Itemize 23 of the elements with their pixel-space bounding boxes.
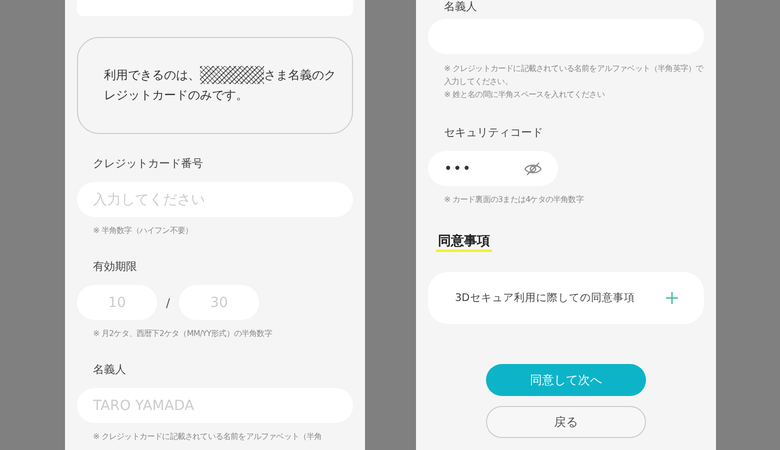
eye-slash-icon[interactable] (524, 162, 542, 176)
section-heading: 同意事項 (436, 234, 492, 252)
redacted-block (200, 66, 264, 84)
notice-text: さま名義のク (264, 67, 336, 84)
accordion-title: 3Dセキュア利用に際しての同意事項 (455, 291, 635, 305)
field-label: クレジットカード番号 (92, 156, 204, 171)
notice-text: レジットカードのみです。 (104, 87, 248, 104)
back-button[interactable]: 戻る (486, 406, 646, 438)
field-note: ※ 月2ケタ、西暦下2ケタ（MM/YY形式）の半角数字 (93, 328, 274, 340)
field-label: 名義人 (443, 0, 478, 13)
field-note: ※ 姓と名の間に半角スペースを入れてください (444, 89, 606, 101)
field-note: ※ クレジットカードに記載されている名前をアルファベット（半角 (93, 431, 323, 443)
plus-icon[interactable] (666, 292, 678, 304)
separator: / (164, 296, 172, 310)
field-note: ※ クレジットカードに記載されている名前をアルファベット（半角英字）で入力してください。 (444, 63, 704, 88)
field-note: ※ カード裏面の3または4ケタの半角数字 (444, 194, 585, 206)
field-note: ※ 半角数字（ハイフン不要） (93, 225, 194, 237)
field-label: 名義人 (92, 362, 127, 377)
field-label: セキュリティコード (443, 125, 544, 140)
notice-text: 利用できるのは、 (104, 67, 200, 84)
accordion-item[interactable]: 3Dセキュア利用に際しての同意事項 (428, 272, 704, 324)
field-label: 有効期限 (92, 259, 138, 274)
security-code-field[interactable]: ••• (428, 151, 558, 186)
